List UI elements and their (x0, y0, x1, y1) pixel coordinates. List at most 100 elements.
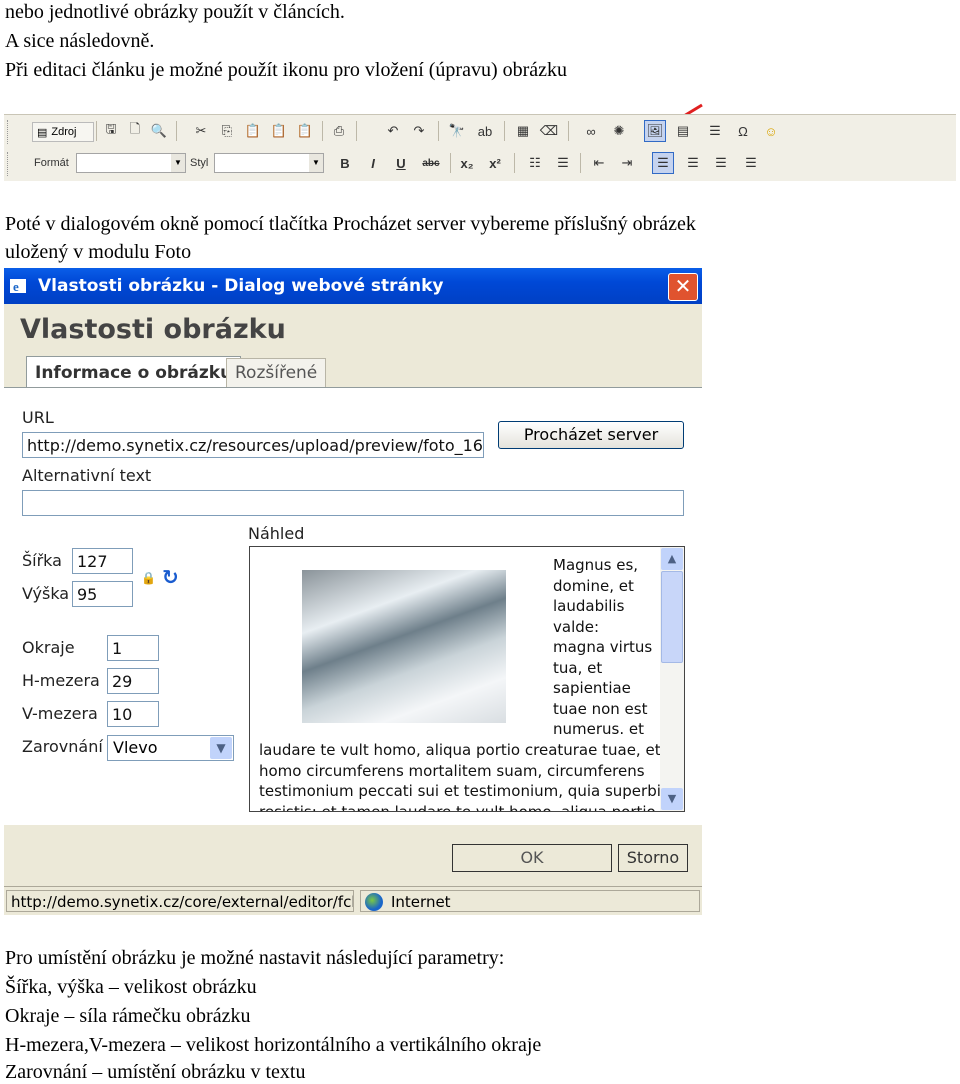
italic-button[interactable]: I (362, 152, 384, 174)
unlink-icon[interactable]: ✺ (608, 120, 630, 142)
subscript-button[interactable]: x₂ (456, 152, 478, 174)
step2-line-2: uložený v modulu Foto (5, 241, 192, 263)
preview-text-line: testimonium peccati sui et testimonium, … (259, 782, 669, 800)
preview-text-line: laudabilis (553, 597, 625, 615)
scroll-thumb[interactable] (661, 571, 683, 663)
scroll-up-icon[interactable]: ▲ (661, 548, 683, 570)
preview-text-line: numerus. et (553, 720, 644, 738)
underline-button[interactable]: U (390, 152, 412, 174)
paste-icon[interactable]: 📋 (242, 120, 264, 142)
height-input[interactable]: 95 (72, 581, 133, 607)
params-line-5: Zarovnání – umístění obrázku v textu (5, 1061, 306, 1083)
table-icon[interactable]: ▤ (672, 120, 694, 142)
width-input[interactable]: 127 (72, 548, 133, 574)
toolbar-separator (504, 121, 505, 141)
format-select[interactable]: ▼ (76, 153, 186, 173)
find-icon[interactable]: 🔭 (446, 120, 468, 142)
strike-button[interactable]: abc (420, 152, 442, 174)
copy-icon[interactable]: ⎘ (216, 120, 238, 142)
format-label: Formát (34, 157, 69, 169)
outdent-icon[interactable]: ⇤ (588, 152, 610, 174)
vspace-input[interactable]: 10 (107, 701, 159, 727)
alt-text-input[interactable] (22, 490, 684, 516)
toolbar-grip[interactable] (7, 152, 11, 176)
align-justify-icon[interactable]: ☰ (740, 152, 762, 174)
refresh-icon[interactable]: ↻ (162, 565, 179, 589)
image-icon[interactable]: 🖼 (644, 120, 666, 142)
toolbar-separator (568, 121, 569, 141)
preview-side-text: Magnus es, domine, et laudabilis valde: … (553, 555, 663, 740)
browse-server-button[interactable]: Procházet server (498, 421, 684, 449)
editor-toolbar: ▤ Zdroj 🖫 🗋 🔍 ✂ ⎘ 📋 📋 📋 ⎙ ↶ ↷ 🔭 ab ▦ ⌫ ∞… (4, 114, 956, 181)
preview-icon[interactable]: 🔍 (148, 120, 170, 142)
intro-line-1: nebo jednotlivé obrázky použít v článcíc… (5, 1, 345, 23)
status-zone: Internet (360, 890, 700, 912)
status-zone-text: Internet (391, 893, 451, 911)
style-select[interactable]: ▼ (214, 153, 324, 173)
align-select[interactable]: Vlevo ▼ (107, 735, 234, 761)
preview-photo (302, 570, 506, 723)
select-all-icon[interactable]: ▦ (512, 120, 534, 142)
cancel-button[interactable]: Storno (618, 844, 688, 872)
tab-advanced[interactable]: Rozšířené (226, 358, 327, 387)
image-preview: Magnus es, domine, et laudabilis valde: … (249, 546, 685, 812)
source-icon: ▤ (37, 126, 48, 139)
border-label: Okraje (22, 638, 75, 657)
source-button[interactable]: ▤ Zdroj (32, 122, 94, 142)
align-left-icon[interactable]: ☰ (652, 152, 674, 174)
preview-text-line: laudare te vult homo, aliqua portio crea… (259, 741, 661, 759)
dialog-window-title: Vlastosti obrázku - Dialog webové stránk… (38, 276, 444, 296)
cut-icon[interactable]: ✂ (190, 120, 212, 142)
hspace-input[interactable]: 29 (107, 668, 159, 694)
ok-button[interactable]: OK (452, 844, 612, 872)
tab-image-info[interactable]: Informace o obrázku (26, 356, 242, 388)
bold-button[interactable]: B (334, 152, 356, 174)
replace-icon[interactable]: ab (474, 120, 496, 142)
print-icon[interactable]: ⎙ (328, 120, 350, 142)
style-label: Styl (190, 157, 209, 169)
remove-format-icon[interactable]: ⌫ (538, 120, 560, 142)
horizontal-rule-icon[interactable]: ☰ (704, 120, 726, 142)
link-icon[interactable]: ∞ (580, 120, 602, 142)
toolbar-separator (580, 153, 581, 173)
preview-text-line: resistis: et tamen laudare te vult homo,… (259, 802, 656, 812)
step2-line-1: Poté v dialogovém okně pomocí tlačítka P… (5, 213, 696, 235)
params-line-4: H-mezera,V-mezera – velikost horizontáln… (5, 1034, 542, 1056)
params-line-3: Okraje – síla rámečku obrázku (5, 1005, 251, 1027)
preview-text-line: magna virtus (553, 638, 653, 656)
url-input[interactable]: http://demo.synetix.cz/resources/upload/… (22, 432, 484, 458)
preview-text-line: tua, et (553, 658, 603, 677)
toolbar-separator (438, 121, 439, 141)
image-info-panel: URL http://demo.synetix.cz/resources/upl… (4, 387, 702, 825)
undo-icon[interactable]: ↶ (382, 120, 404, 142)
preview-text-line: tuae non est (553, 699, 648, 718)
toolbar-grip[interactable] (7, 120, 11, 144)
align-right-icon[interactable]: ☰ (710, 152, 732, 174)
toolbar-separator (322, 121, 323, 141)
scroll-down-icon[interactable]: ▼ (661, 788, 683, 810)
new-page-icon[interactable]: 🗋 (124, 120, 146, 142)
redo-icon[interactable]: ↷ (408, 120, 430, 142)
align-center-icon[interactable]: ☰ (682, 152, 704, 174)
image-properties-dialog: e Vlastosti obrázku - Dialog webové strá… (4, 268, 702, 915)
border-input[interactable]: 1 (107, 635, 159, 661)
dialog-heading: Vlastosti obrázku (20, 314, 286, 345)
dialog-tabs: Informace o obrázku Rozšířené (4, 356, 702, 388)
preview-bottom-text: laudare te vult homo, aliqua portio crea… (259, 740, 669, 812)
lock-icon[interactable]: 🔒 (141, 571, 156, 585)
chevron-down-icon: ▼ (309, 154, 323, 172)
save-icon[interactable]: 🖫 (100, 120, 122, 142)
dialog-titlebar[interactable]: e Vlastosti obrázku - Dialog webové strá… (4, 268, 702, 304)
preview-text-line: sapientiae (553, 679, 631, 697)
numbered-list-icon[interactable]: ☷ (524, 152, 546, 174)
bulleted-list-icon[interactable]: ☰ (552, 152, 574, 174)
indent-icon[interactable]: ⇥ (616, 152, 638, 174)
paste-text-icon[interactable]: 📋 (268, 120, 290, 142)
smiley-icon[interactable]: ☺ (760, 120, 782, 142)
preview-scrollbar[interactable]: ▲ ▼ (660, 547, 684, 811)
close-icon[interactable]: ✕ (668, 273, 698, 301)
paste-word-icon[interactable]: 📋 (294, 120, 316, 142)
chevron-down-icon: ▼ (171, 154, 185, 172)
superscript-button[interactable]: x² (484, 152, 506, 174)
special-char-icon[interactable]: Ω (732, 120, 754, 142)
